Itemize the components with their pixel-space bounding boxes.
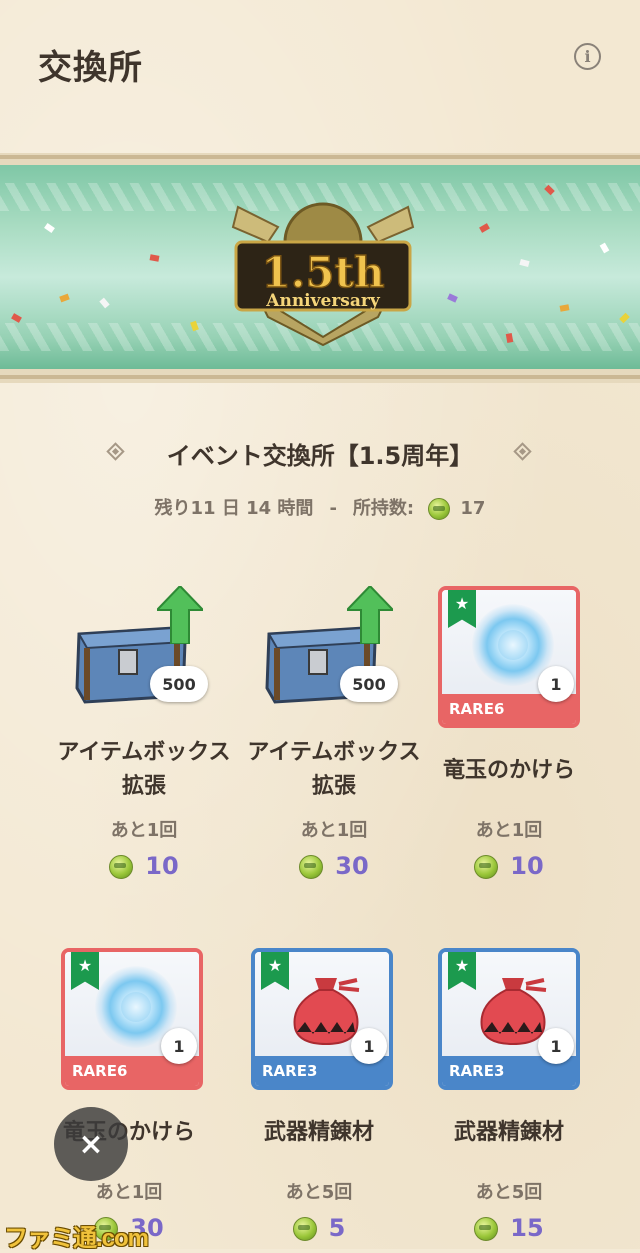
price-value: 15 <box>510 1214 544 1242</box>
anniversary-coin-icon <box>109 855 134 879</box>
remaining-count: あと1回 <box>300 820 368 841</box>
item-name: アイテムボックス拡張 <box>247 740 421 799</box>
confetti <box>479 223 490 233</box>
price-value: 10 <box>145 852 179 880</box>
red-pouch-icon <box>293 978 360 1046</box>
item-card: ★ RARE3 <box>438 948 580 1090</box>
remaining-count: あと1回 <box>475 820 543 841</box>
anniversary-coin-icon <box>474 1217 499 1241</box>
item-thumbnail: 500 <box>73 586 215 728</box>
emblem-sub-text: Anniversary <box>265 291 381 311</box>
confetti <box>149 254 160 262</box>
quantity-badge: 500 <box>340 666 398 702</box>
event-title: イベント交換所【1.5周年】 <box>166 442 474 470</box>
banner-border-top <box>0 155 640 159</box>
item-thumbnail: ★ RARE6 1 <box>438 586 580 728</box>
item-price: 30 <box>249 852 419 880</box>
banner-image: 1.5th Anniversary <box>0 165 640 369</box>
confetti <box>447 293 458 303</box>
remaining-time: 残り11 日 14 時間 <box>154 498 314 519</box>
close-icon: × <box>78 1126 104 1162</box>
price-value: 30 <box>335 852 369 880</box>
item-price: 10 <box>59 852 229 880</box>
owned-count: 17 <box>460 498 486 519</box>
confetti <box>559 304 570 312</box>
confetti <box>99 297 110 309</box>
confetti <box>44 222 55 234</box>
item-card: ★ RARE6 <box>438 586 580 728</box>
banner-border-bottom <box>0 375 640 379</box>
confetti <box>599 242 610 254</box>
item-thumbnail: ★ RARE3 1 <box>251 948 393 1090</box>
anniversary-coin-icon <box>474 855 499 879</box>
item-price: 10 <box>424 852 594 880</box>
remaining-count: あと5回 <box>285 1182 353 1203</box>
remaining-count: あと5回 <box>475 1182 543 1203</box>
info-button[interactable]: i <box>574 43 601 70</box>
page-title: 交換所 <box>38 48 143 88</box>
confetti <box>619 312 630 324</box>
anniversary-banner[interactable]: 1.5th Anniversary <box>0 153 640 383</box>
red-pouch-icon <box>480 978 547 1046</box>
confetti <box>519 258 530 268</box>
separator: - <box>329 498 337 519</box>
item-price: 15 <box>424 1214 594 1242</box>
arrow-up-icon <box>347 586 393 644</box>
item-thumbnail: ★ RARE3 1 <box>438 948 580 1090</box>
item-price: 5 <box>234 1214 404 1242</box>
confetti <box>59 293 70 303</box>
price-value: 5 <box>328 1214 346 1242</box>
item-name: 武器精錬材 <box>263 1120 374 1145</box>
anniversary-coin-icon <box>428 498 451 520</box>
quantity-badge: 1 <box>161 1028 197 1064</box>
item-card: ★ RARE6 <box>61 948 203 1090</box>
quantity-badge: 1 <box>538 1028 574 1064</box>
close-button[interactable]: × <box>54 1107 128 1181</box>
item-name: 竜玉のかけら <box>442 758 575 783</box>
remaining-count: あと1回 <box>95 1182 163 1203</box>
quantity-badge: 500 <box>150 666 208 702</box>
item-thumbnail: 500 <box>263 586 405 728</box>
owned-label: 所持数: <box>352 498 415 519</box>
quantity-badge: 1 <box>538 666 574 702</box>
anniversary-coin-icon <box>299 855 324 879</box>
confetti <box>505 333 514 343</box>
item-name: アイテムボックス拡張 <box>57 740 231 799</box>
emblem-main-text: 1.5th <box>261 248 384 297</box>
watermark-logo: ファミ通.com <box>4 1225 149 1252</box>
item-thumbnail: ★ RARE6 1 <box>61 948 203 1090</box>
event-status-row: 残り11 日 14 時間 - 所持数: 17 <box>0 494 640 520</box>
price-value: 10 <box>510 852 544 880</box>
anniversary-emblem: 1.5th Anniversary <box>231 202 415 347</box>
remaining-count: あと1回 <box>110 820 178 841</box>
info-icon: i <box>584 47 591 66</box>
anniversary-coin-icon <box>292 1217 317 1241</box>
item-name: 武器精錬材 <box>453 1120 564 1145</box>
quantity-badge: 1 <box>351 1028 387 1064</box>
arrow-up-icon <box>157 586 203 644</box>
item-card: ★ RARE3 <box>251 948 393 1090</box>
confetti <box>11 313 22 323</box>
